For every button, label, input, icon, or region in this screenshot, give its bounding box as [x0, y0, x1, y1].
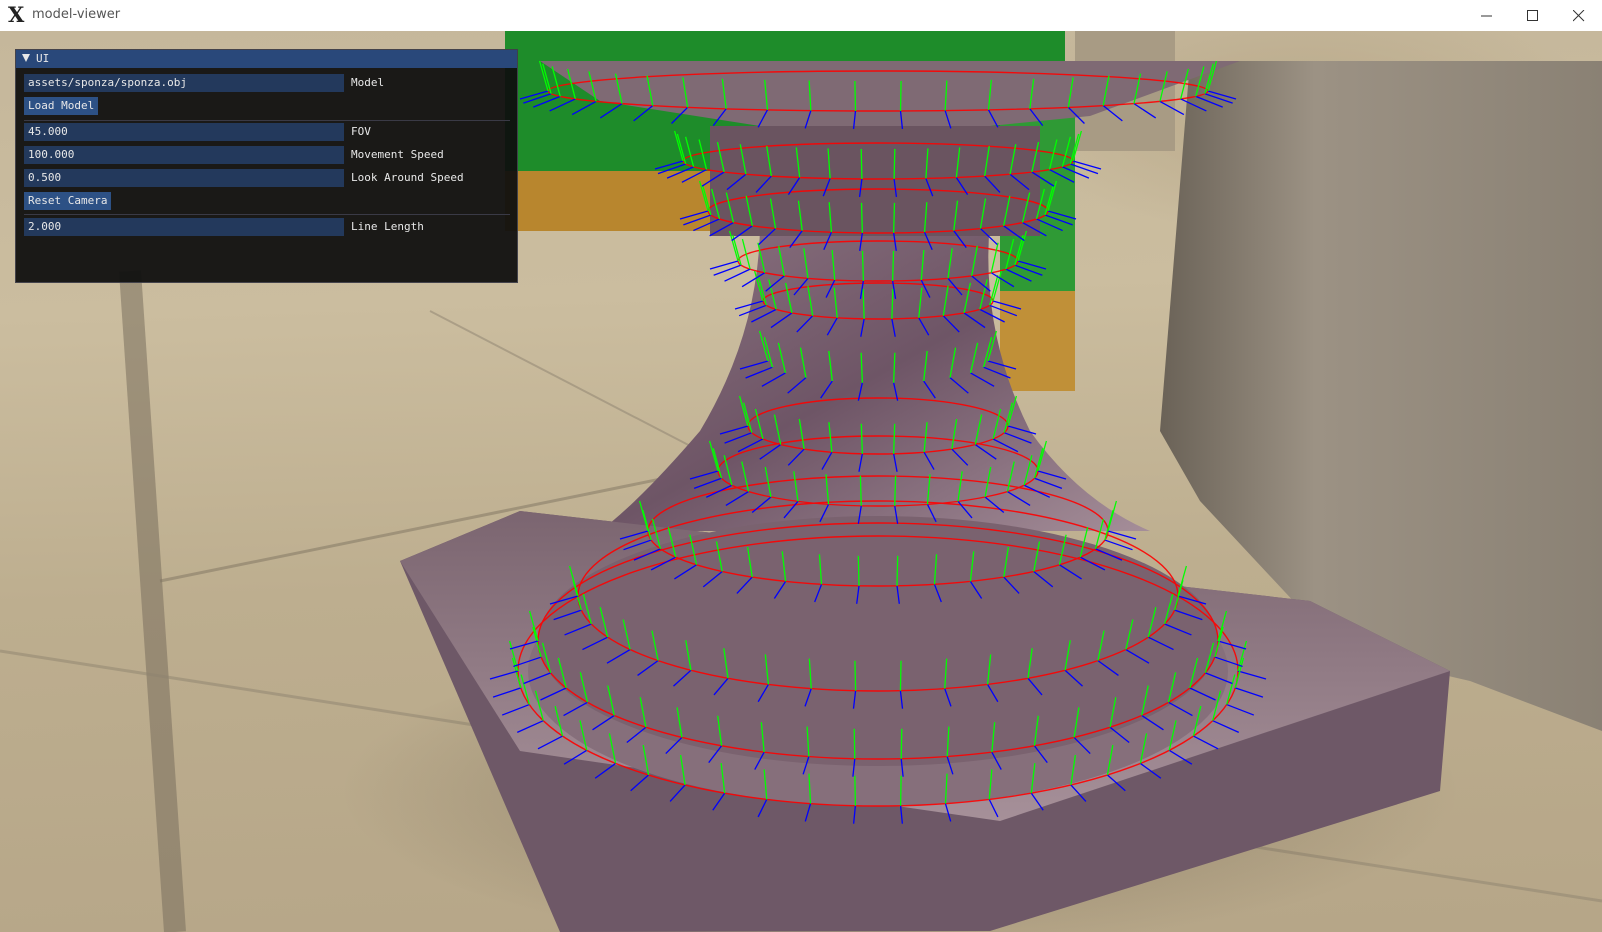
- close-icon: [1573, 10, 1585, 22]
- minimize-button[interactable]: [1464, 0, 1510, 31]
- fov-drag-input[interactable]: 45.000: [24, 123, 344, 141]
- separator: [24, 120, 510, 121]
- ui-panel[interactable]: UI assets/sponza/sponza.obj Model Load M…: [15, 49, 518, 283]
- look-around-speed-input[interactable]: 0.500: [24, 169, 344, 187]
- movement-speed-input[interactable]: 100.000: [24, 146, 344, 164]
- load-model-button[interactable]: Load Model: [24, 97, 99, 115]
- x-logo-icon: X: [8, 2, 25, 27]
- close-button[interactable]: [1556, 0, 1602, 31]
- ui-panel-titlebar[interactable]: UI: [16, 50, 517, 68]
- fov-label: FOV: [351, 125, 371, 138]
- ui-panel-title: UI: [36, 52, 50, 65]
- collapse-triangle-icon[interactable]: [22, 54, 30, 62]
- separator: [24, 214, 510, 215]
- 3d-viewport[interactable]: UI assets/sponza/sponza.obj Model Load M…: [0, 31, 1602, 932]
- movement-speed-label: Movement Speed: [351, 148, 444, 161]
- reset-camera-button[interactable]: Reset Camera: [24, 192, 112, 210]
- maximize-icon: [1527, 10, 1538, 21]
- window-title: model-viewer: [32, 7, 121, 22]
- look-around-speed-label: Look Around Speed: [351, 171, 464, 184]
- model-path-input[interactable]: assets/sponza/sponza.obj: [24, 74, 344, 92]
- line-length-label: Line Length: [351, 220, 424, 233]
- line-length-input[interactable]: 2.000: [24, 218, 344, 236]
- model-label: Model: [351, 76, 385, 89]
- window-titlebar[interactable]: X model-viewer: [0, 0, 1602, 32]
- minimize-icon: [1481, 15, 1492, 17]
- maximize-button[interactable]: [1510, 0, 1556, 31]
